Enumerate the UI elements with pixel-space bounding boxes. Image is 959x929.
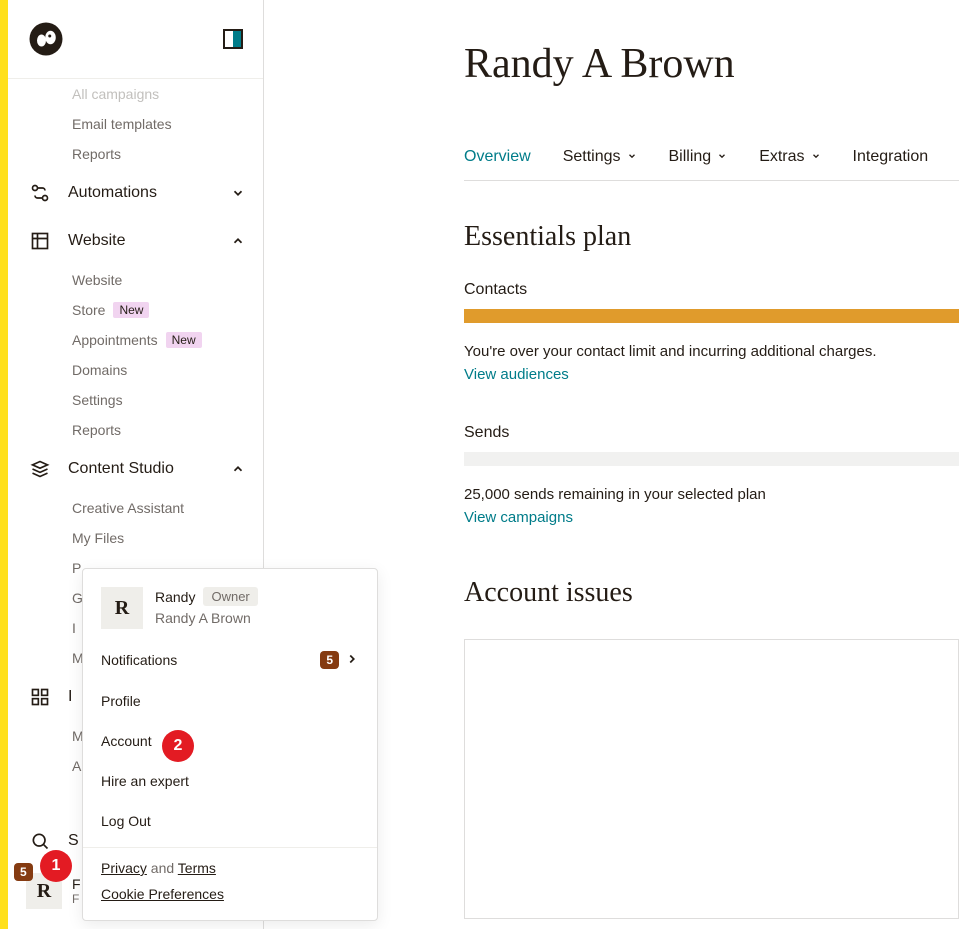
sidebar-header bbox=[8, 0, 263, 78]
tab-label: Settings bbox=[563, 148, 621, 166]
tabs: Overview Settings Billing Extras Integra… bbox=[464, 148, 959, 181]
popup-item-hire-expert[interactable]: Hire an expert bbox=[83, 761, 377, 801]
popup-item-account[interactable]: Account bbox=[83, 721, 377, 761]
profile-text: F F bbox=[72, 876, 81, 906]
nav-item-email-templates[interactable]: Email templates bbox=[8, 109, 263, 139]
popup-user-name: Randy bbox=[155, 589, 195, 605]
sidebar-collapse-icon[interactable] bbox=[223, 29, 243, 49]
contacts-usage-fill bbox=[464, 309, 959, 323]
popup-user-account: Randy A Brown bbox=[155, 610, 258, 626]
nav-item-appointments[interactable]: Appointments New bbox=[8, 325, 263, 355]
nav-item-all-campaigns[interactable]: All campaigns bbox=[8, 79, 263, 109]
privacy-link[interactable]: Privacy bbox=[101, 860, 147, 876]
sends-block: Sends 25,000 sends remaining in your sel… bbox=[464, 424, 959, 527]
profile-sub: F bbox=[72, 892, 81, 906]
nav-item-website[interactable]: Website bbox=[8, 265, 263, 295]
popup-item-label: Profile bbox=[101, 693, 141, 709]
new-badge: New bbox=[166, 332, 202, 348]
new-badge: New bbox=[113, 302, 149, 318]
nav-item-store[interactable]: Store New bbox=[8, 295, 263, 325]
nav-item-label: Store bbox=[72, 302, 105, 318]
terms-link[interactable]: Terms bbox=[178, 860, 216, 876]
automations-icon bbox=[30, 183, 50, 203]
nav-item-label: Appointments bbox=[72, 332, 158, 348]
sends-text: 25,000 sends remaining in your selected … bbox=[464, 486, 959, 503]
nav-label: Content Studio bbox=[68, 460, 213, 478]
popup-item-notifications[interactable]: Notifications 5 bbox=[83, 639, 377, 681]
account-issues-box bbox=[464, 639, 959, 919]
tab-billing[interactable]: Billing bbox=[669, 148, 728, 166]
tab-label: Billing bbox=[669, 148, 712, 166]
owner-badge: Owner bbox=[203, 587, 257, 606]
nav-item-settings[interactable]: Settings bbox=[8, 385, 263, 415]
integrations-icon bbox=[30, 687, 50, 707]
popup-item-label: Notifications bbox=[101, 652, 177, 668]
popup-item-logout[interactable]: Log Out bbox=[83, 801, 377, 841]
cookie-preferences-link[interactable]: Cookie Preferences bbox=[101, 886, 224, 902]
notification-count-badge: 5 bbox=[320, 651, 339, 669]
profile-name: F bbox=[72, 876, 81, 892]
tab-integrations[interactable]: Integration bbox=[853, 148, 929, 166]
website-icon bbox=[30, 231, 50, 251]
contacts-usage-bar bbox=[464, 309, 959, 323]
chevron-up-icon bbox=[231, 462, 245, 476]
tab-extras[interactable]: Extras bbox=[759, 148, 820, 166]
nav-item-website-reports[interactable]: Reports bbox=[8, 415, 263, 445]
notification-count-badge: 5 bbox=[14, 863, 33, 881]
sends-label: Sends bbox=[464, 424, 959, 442]
content-studio-icon bbox=[30, 459, 50, 479]
tab-settings[interactable]: Settings bbox=[563, 148, 637, 166]
nav-item-reports[interactable]: Reports bbox=[8, 139, 263, 169]
nav-section-website[interactable]: Website bbox=[8, 217, 263, 265]
nav-item-my-files[interactable]: My Files bbox=[8, 523, 263, 553]
popup-footer: Privacy and Terms Cookie Preferences bbox=[83, 854, 377, 920]
chevron-down-icon bbox=[627, 148, 637, 166]
nav-section-automations[interactable]: Automations bbox=[8, 169, 263, 217]
tab-overview[interactable]: Overview bbox=[464, 148, 531, 166]
popup-item-profile[interactable]: Profile bbox=[83, 681, 377, 721]
popup-item-label: Account bbox=[101, 733, 152, 749]
chevron-down-icon bbox=[717, 148, 727, 166]
profile-popup: R Randy Owner Randy A Brown Notification… bbox=[82, 568, 378, 921]
tab-label: Extras bbox=[759, 148, 804, 166]
chevron-down-icon bbox=[811, 148, 821, 166]
search-icon bbox=[30, 831, 50, 851]
contacts-warning: You're over your contact limit and incur… bbox=[464, 343, 959, 360]
callout-1: 1 bbox=[40, 850, 72, 882]
plan-title: Essentials plan bbox=[464, 221, 959, 253]
sends-usage-bar bbox=[464, 452, 959, 466]
and-text: and bbox=[147, 860, 178, 876]
contacts-label: Contacts bbox=[464, 281, 959, 299]
account-issues-title: Account issues bbox=[464, 577, 959, 609]
popup-item-label: Hire an expert bbox=[101, 773, 189, 789]
nav-section-content-studio[interactable]: Content Studio bbox=[8, 445, 263, 493]
search-label: S bbox=[68, 832, 79, 850]
chevron-down-icon bbox=[231, 186, 245, 200]
nav-label: Website bbox=[68, 232, 213, 250]
brand-accent-bar bbox=[0, 0, 8, 929]
chevron-up-icon bbox=[231, 234, 245, 248]
popup-item-label: Log Out bbox=[101, 813, 151, 829]
avatar: R bbox=[101, 587, 143, 629]
nav-item-creative-assistant[interactable]: Creative Assistant bbox=[8, 493, 263, 523]
nav-label: Automations bbox=[68, 184, 213, 202]
view-campaigns-link[interactable]: View campaigns bbox=[464, 509, 573, 526]
popup-separator bbox=[83, 847, 377, 848]
chevron-right-icon bbox=[345, 652, 359, 669]
view-audiences-link[interactable]: View audiences bbox=[464, 366, 569, 383]
nav-item-domains[interactable]: Domains bbox=[8, 355, 263, 385]
page-title: Randy A Brown bbox=[464, 40, 959, 88]
popup-header: R Randy Owner Randy A Brown bbox=[83, 569, 377, 639]
contacts-block: Contacts You're over your contact limit … bbox=[464, 281, 959, 384]
callout-2: 2 bbox=[162, 730, 194, 762]
mailchimp-logo-icon[interactable] bbox=[28, 21, 64, 57]
